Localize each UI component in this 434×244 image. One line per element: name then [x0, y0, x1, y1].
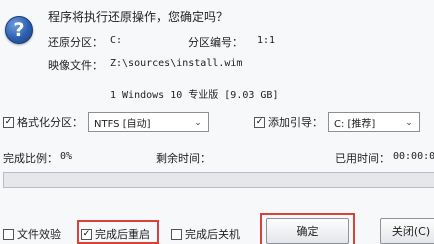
format-type-value: NTFS [自动] [94, 118, 151, 130]
add-boot-label: 添加引导： [268, 116, 323, 129]
remaining-time-label: 剩余时间： [156, 152, 211, 165]
close-button[interactable]: 关闭(C) [380, 218, 434, 244]
elapsed-time-label: 已用时间： [335, 152, 390, 165]
completion-value: 0% [60, 151, 73, 162]
format-partition-label: 格式化分区： [17, 116, 83, 129]
shutdown-after-option[interactable]: 完成后关机 [171, 226, 240, 242]
restore-partition-label: 还原分区： [48, 36, 103, 49]
question-icon: ? [5, 16, 33, 44]
completion-label: 完成比例： [3, 152, 58, 165]
format-partition-checkbox[interactable]: ✓ [3, 116, 14, 128]
image-description: 1 Windows 10 专业版 [9.03 GB] [110, 90, 279, 101]
restart-after-option[interactable]: ✓ 完成后重启 [81, 226, 150, 242]
restore-dialog: ? 程序将执行还原操作，您确定吗？ 还原分区： C: 分区编号： 1:1 映像文… [0, 0, 434, 244]
ok-button[interactable]: 确定 [266, 218, 349, 244]
elapsed-time-value: 00:00:0 [393, 151, 434, 162]
add-boot-checkbox[interactable]: ✓ [254, 116, 265, 128]
shutdown-after-checkbox[interactable] [171, 228, 182, 240]
chevron-down-icon: ⌄ [194, 117, 202, 128]
add-boot-option[interactable]: ✓ 添加引导： [254, 114, 323, 130]
chevron-down-icon: ⌄ [405, 117, 413, 128]
confirm-message: 程序将执行还原操作，您确定吗？ [48, 10, 229, 24]
restart-after-checkbox[interactable]: ✓ [81, 228, 92, 240]
file-verify-label: 文件效验 [17, 228, 61, 241]
image-file-path: Z:\sources\install.wim [110, 58, 243, 69]
boot-drive-value: C: [推荐] [334, 118, 376, 130]
partition-number-label: 分区编号： [188, 36, 243, 49]
format-type-select[interactable]: NTFS [自动] ⌄ [88, 112, 209, 132]
restore-partition-value: C: [110, 35, 123, 46]
image-file-label: 映像文件： [48, 59, 103, 72]
shutdown-after-label: 完成后关机 [185, 228, 240, 241]
restart-after-label: 完成后重启 [95, 228, 150, 241]
boot-drive-select[interactable]: C: [推荐] ⌄ [328, 112, 420, 132]
file-verify-checkbox[interactable] [3, 228, 14, 240]
progress-bar [3, 172, 434, 188]
format-partition-option[interactable]: ✓ 格式化分区： [3, 114, 83, 130]
partition-number-value: 1:1 [257, 35, 276, 46]
file-verify-option[interactable]: 文件效验 [3, 226, 61, 242]
